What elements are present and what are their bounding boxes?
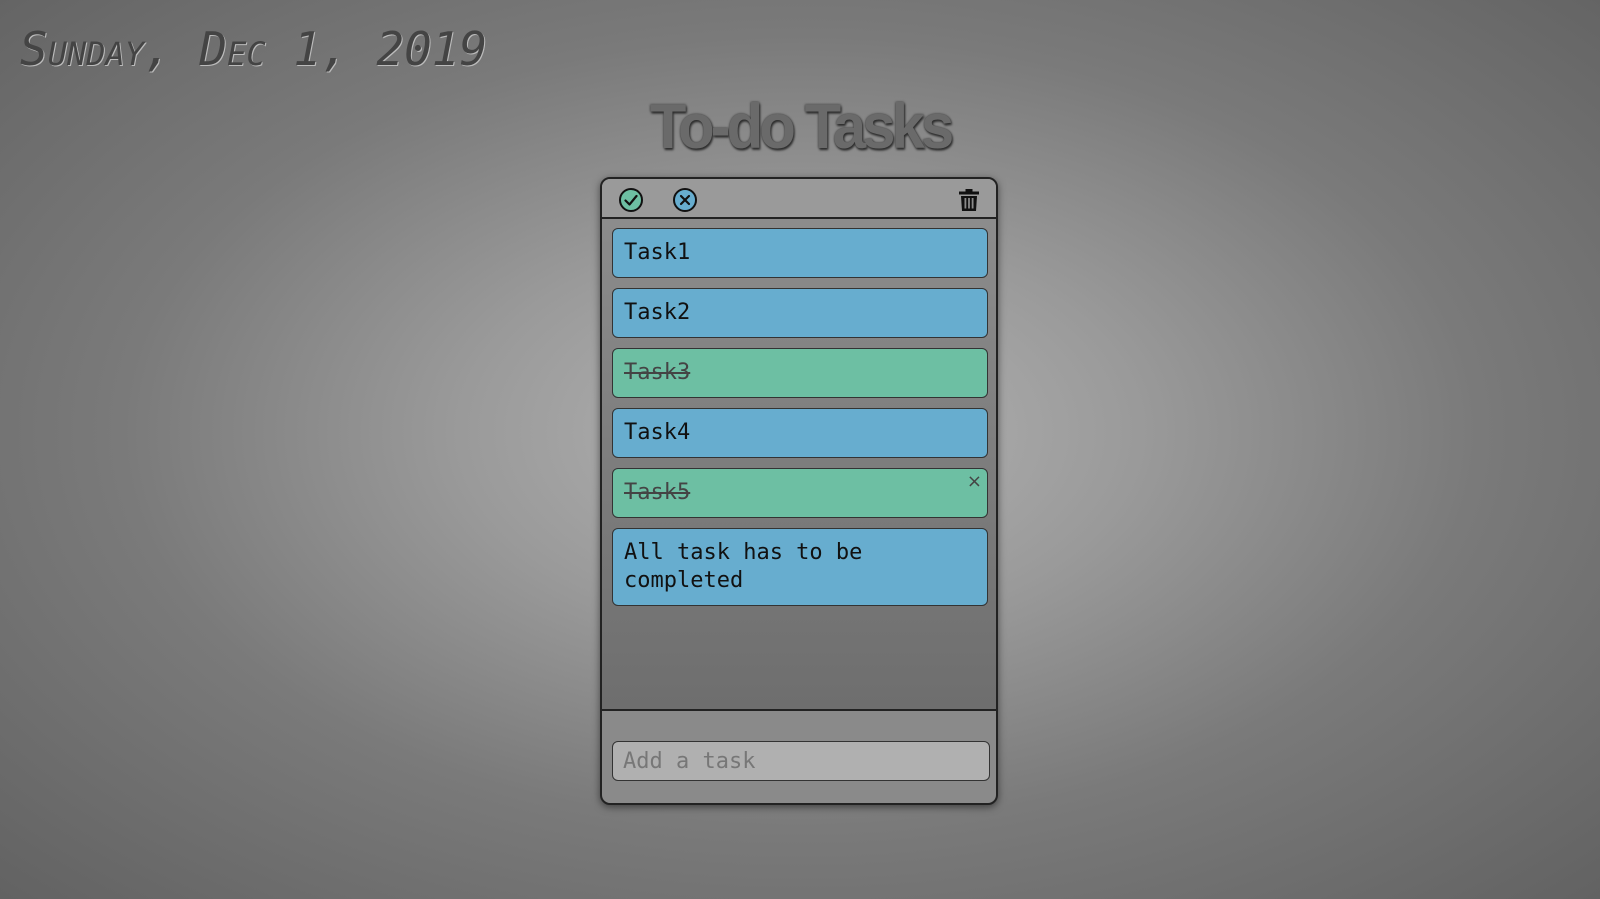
toolbar xyxy=(602,179,996,219)
task-text: All task has to be completed xyxy=(624,540,863,593)
task-item[interactable]: All task has to be completed xyxy=(612,528,988,606)
task-list: Task1 Task2 Task3 Task4 Task5 × All task… xyxy=(602,219,996,711)
task-text: Task5 xyxy=(624,480,691,505)
delete-all-button[interactable] xyxy=(956,187,982,213)
check-circle-icon xyxy=(618,187,644,213)
task-text: Task3 xyxy=(624,360,691,385)
task-item[interactable]: Task1 xyxy=(612,228,988,278)
add-task-input[interactable] xyxy=(612,741,990,781)
task-item-completed[interactable]: Task3 xyxy=(612,348,988,398)
trash-icon xyxy=(956,187,982,213)
x-circle-icon xyxy=(672,187,698,213)
task-text: Task2 xyxy=(624,300,691,325)
date-heading: Sunday, Dec 1, 2019 xyxy=(20,22,488,76)
add-task-area xyxy=(612,741,990,781)
task-text: Task1 xyxy=(624,240,691,265)
todo-panel: Task1 Task2 Task3 Task4 Task5 × All task… xyxy=(600,177,998,805)
task-item[interactable]: Task2 xyxy=(612,288,988,338)
delete-task-close-icon[interactable]: × xyxy=(967,472,982,492)
task-item[interactable]: Task4 xyxy=(612,408,988,458)
page-title: To-do Tasks xyxy=(649,91,954,162)
clear-completed-button[interactable] xyxy=(672,187,698,213)
task-text: Task4 xyxy=(624,420,691,445)
task-item-completed[interactable]: Task5 × xyxy=(612,468,988,518)
complete-all-button[interactable] xyxy=(618,187,644,213)
